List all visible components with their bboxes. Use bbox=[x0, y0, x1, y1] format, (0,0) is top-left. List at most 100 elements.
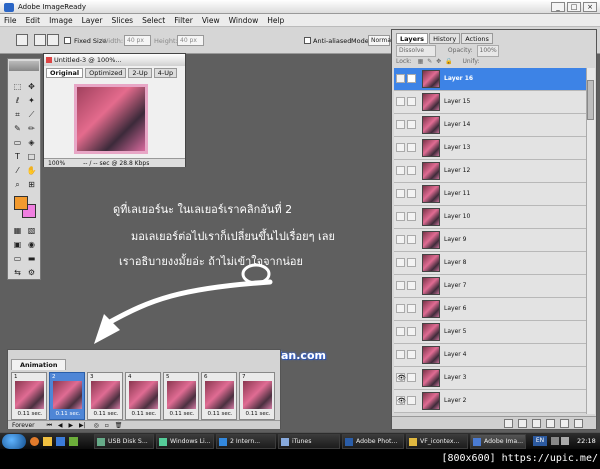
blend-mode-select[interactable]: Dissolve bbox=[396, 45, 436, 57]
layer-row[interactable]: Layer 15 bbox=[394, 91, 586, 114]
taskbar-item-windows-live[interactable]: Windows Li... bbox=[156, 434, 214, 449]
first-frame-icon[interactable]: ⏮ bbox=[47, 422, 52, 429]
language-indicator[interactable]: EN bbox=[533, 436, 547, 446]
layer-row[interactable]: Layer 14 bbox=[394, 114, 586, 137]
animation-frame[interactable]: 4 0.11 sec. bbox=[125, 372, 161, 420]
animation-frame[interactable]: 3 0.11 sec. bbox=[87, 372, 123, 420]
adjustment-layer-icon[interactable] bbox=[546, 419, 555, 428]
layer-name[interactable]: Layer 10 bbox=[444, 213, 470, 220]
tab-actions[interactable]: Actions bbox=[461, 33, 493, 44]
layer-mask-icon[interactable] bbox=[518, 419, 527, 428]
layer-row[interactable]: Layer 5 bbox=[394, 321, 586, 344]
visibility-toggle-eye-icon[interactable]: 👁 bbox=[396, 396, 406, 405]
visibility-toggle[interactable] bbox=[396, 189, 405, 198]
layer-row[interactable]: Layer 6 bbox=[394, 298, 586, 321]
link-toggle[interactable] bbox=[407, 281, 416, 290]
layer-name[interactable]: Layer 2 bbox=[444, 397, 466, 404]
link-toggle[interactable] bbox=[407, 189, 416, 198]
link-toggle[interactable] bbox=[407, 350, 416, 359]
taskbar-item-usb[interactable]: USB Disk S... bbox=[94, 434, 154, 449]
layer-row[interactable]: Layer 12 bbox=[394, 160, 586, 183]
layer-row[interactable]: Layer 11 bbox=[394, 183, 586, 206]
animation-frame[interactable]: 5 0.11 sec. bbox=[163, 372, 199, 420]
new-set-icon[interactable] bbox=[532, 419, 541, 428]
animation-frame[interactable]: 1 0.11 sec. bbox=[11, 372, 47, 420]
layer-row[interactable]: Layer 4 bbox=[394, 344, 586, 367]
msn-quicklaunch-icon[interactable] bbox=[69, 437, 78, 446]
taskbar-item-photoshop[interactable]: Adobe Phot... bbox=[342, 434, 404, 449]
layer-style-icon[interactable] bbox=[504, 419, 513, 428]
visibility-toggle[interactable] bbox=[396, 235, 405, 244]
opacity-field[interactable]: 100% bbox=[476, 45, 499, 57]
visibility-toggle[interactable] bbox=[396, 74, 405, 83]
delete-frame-icon[interactable]: 🗑 bbox=[115, 422, 123, 429]
animation-frame-selected[interactable]: 2 0.11 sec. bbox=[49, 372, 85, 420]
visibility-toggle[interactable] bbox=[396, 281, 405, 290]
layer-row[interactable]: Layer 13 bbox=[394, 137, 586, 160]
visibility-toggle[interactable] bbox=[396, 143, 405, 152]
visibility-toggle[interactable] bbox=[396, 258, 405, 267]
visibility-toggle[interactable] bbox=[396, 327, 405, 336]
next-frame-icon[interactable]: ▶| bbox=[79, 422, 86, 429]
firefox-quicklaunch-icon[interactable] bbox=[30, 437, 39, 446]
link-toggle[interactable] bbox=[407, 327, 416, 336]
lock-paint-icon[interactable]: ✎ bbox=[427, 58, 432, 65]
link-toggle[interactable] bbox=[407, 373, 416, 382]
layer-row[interactable]: 👁 Layer 3 bbox=[394, 367, 586, 390]
brush-link-icon[interactable] bbox=[407, 74, 416, 83]
visibility-toggle-eye-icon[interactable]: 👁 bbox=[396, 373, 406, 382]
tween-icon[interactable]: ◎ bbox=[94, 422, 99, 429]
tab-history[interactable]: History bbox=[429, 33, 461, 44]
frame-delay[interactable]: 0.11 sec. bbox=[166, 411, 198, 417]
visibility-toggle[interactable] bbox=[396, 120, 405, 129]
layer-name[interactable]: Layer 5 bbox=[444, 328, 466, 335]
layer-row[interactable]: Layer 16 bbox=[394, 68, 586, 91]
link-toggle[interactable] bbox=[407, 97, 416, 106]
link-toggle[interactable] bbox=[407, 166, 416, 175]
layer-name[interactable]: Layer 3 bbox=[444, 374, 466, 381]
link-toggle[interactable] bbox=[407, 304, 416, 313]
animation-frame[interactable]: 6 0.11 sec. bbox=[201, 372, 237, 420]
layer-name[interactable]: Layer 9 bbox=[444, 236, 466, 243]
frame-delay[interactable]: 0.11 sec. bbox=[204, 411, 236, 417]
prev-frame-icon[interactable]: ◀ bbox=[58, 422, 63, 429]
visibility-toggle[interactable] bbox=[396, 166, 405, 175]
layer-name[interactable]: Layer 15 bbox=[444, 98, 470, 105]
lock-move-icon[interactable]: ✥ bbox=[436, 58, 441, 65]
layers-scrollbar-thumb[interactable] bbox=[587, 80, 594, 120]
layer-name[interactable]: Layer 13 bbox=[444, 144, 470, 151]
visibility-toggle[interactable] bbox=[396, 304, 405, 313]
tab-layers[interactable]: Layers bbox=[396, 33, 429, 44]
taskbar-item-imageready[interactable]: Adobe Ima... bbox=[470, 434, 526, 449]
layer-name[interactable]: Layer 8 bbox=[444, 259, 466, 266]
layer-row[interactable]: 👁 Layer 2 bbox=[394, 390, 586, 413]
taskbar-item-folder[interactable]: VF_icontex... bbox=[406, 434, 468, 449]
link-toggle[interactable] bbox=[407, 235, 416, 244]
layer-name[interactable]: Layer 7 bbox=[444, 282, 466, 289]
link-toggle[interactable] bbox=[407, 258, 416, 267]
taskbar-item-internet[interactable]: 2 Intern... bbox=[216, 434, 276, 449]
link-toggle[interactable] bbox=[407, 143, 416, 152]
new-frame-icon[interactable]: ▫ bbox=[105, 422, 109, 429]
delete-layer-icon[interactable] bbox=[574, 419, 583, 428]
layer-name[interactable]: Layer 16 bbox=[444, 75, 473, 82]
link-toggle[interactable] bbox=[407, 212, 416, 221]
animation-frame[interactable]: 7 0.11 sec. bbox=[239, 372, 275, 420]
link-toggle[interactable] bbox=[407, 396, 416, 405]
link-toggle[interactable] bbox=[407, 120, 416, 129]
frame-delay[interactable]: 0.11 sec. bbox=[90, 411, 122, 417]
frame-delay[interactable]: 0.11 sec. bbox=[242, 411, 274, 417]
layer-row[interactable]: Layer 7 bbox=[394, 275, 586, 298]
play-icon[interactable]: ▶ bbox=[68, 422, 73, 429]
visibility-toggle[interactable] bbox=[396, 350, 405, 359]
tab-animation[interactable]: Animation bbox=[11, 359, 67, 370]
frame-delay[interactable]: 0.11 sec. bbox=[14, 411, 46, 417]
tray-volume-icon[interactable] bbox=[561, 437, 569, 445]
layer-name[interactable]: Layer 4 bbox=[444, 351, 466, 358]
start-button[interactable] bbox=[2, 434, 26, 449]
loop-select[interactable]: Forever bbox=[12, 422, 35, 429]
taskbar-item-itunes[interactable]: iTunes bbox=[278, 434, 340, 449]
layer-name[interactable]: Layer 12 bbox=[444, 167, 470, 174]
ie-quicklaunch-icon[interactable] bbox=[56, 437, 65, 446]
frame-delay[interactable]: 0.11 sec. bbox=[52, 411, 84, 417]
